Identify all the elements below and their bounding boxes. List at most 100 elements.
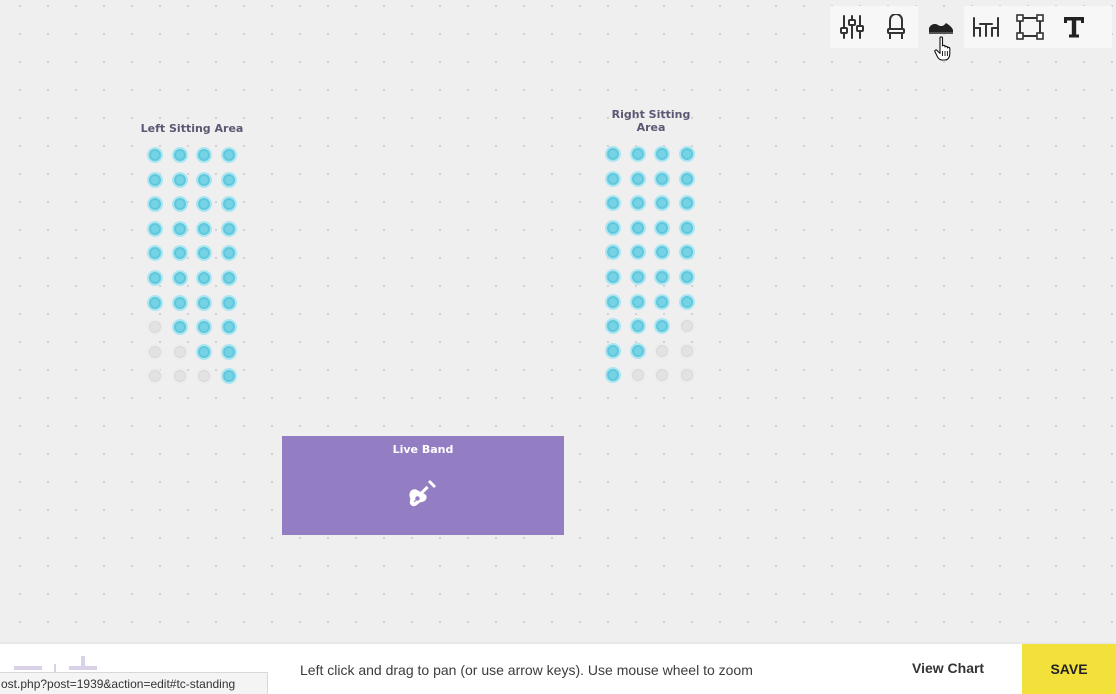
seat-available[interactable] xyxy=(196,319,212,336)
seat-available[interactable] xyxy=(220,147,237,163)
seat-available[interactable] xyxy=(654,219,670,236)
seat-available[interactable] xyxy=(629,195,646,212)
seat-available[interactable] xyxy=(171,220,188,237)
seat-available[interactable] xyxy=(220,171,237,188)
seat-available[interactable] xyxy=(654,244,670,261)
rectangle-select-icon xyxy=(1016,14,1044,40)
toolbar-group-right xyxy=(964,6,1112,48)
table-icon xyxy=(973,17,999,37)
seat-available[interactable] xyxy=(171,319,188,336)
toolbar xyxy=(830,6,1112,48)
seat-available[interactable] xyxy=(605,219,621,236)
seat-available[interactable] xyxy=(196,270,212,286)
seat-available[interactable] xyxy=(654,170,670,187)
seat-available[interactable] xyxy=(629,342,646,359)
seat-available[interactable] xyxy=(605,244,621,261)
seat-available[interactable] xyxy=(171,196,188,213)
seat-available[interactable] xyxy=(654,195,670,212)
seat-available[interactable] xyxy=(196,171,212,188)
seat-available[interactable] xyxy=(147,294,163,311)
seat-available[interactable] xyxy=(629,170,646,187)
seat-available[interactable] xyxy=(605,342,621,359)
seat-available[interactable] xyxy=(196,147,212,163)
seat-available[interactable] xyxy=(196,343,212,360)
seat-unavailable[interactable] xyxy=(147,368,163,385)
seat-available[interactable] xyxy=(678,170,695,187)
text-tool-button[interactable] xyxy=(1052,6,1096,48)
seat-available[interactable] xyxy=(171,294,188,311)
seat-unavailable[interactable] xyxy=(171,343,188,360)
seat-available[interactable] xyxy=(678,293,695,310)
seat-available[interactable] xyxy=(196,245,212,262)
seat-available[interactable] xyxy=(147,270,163,286)
settings-tool-button[interactable] xyxy=(830,6,874,48)
seat-unavailable[interactable] xyxy=(654,367,670,384)
seat-unavailable[interactable] xyxy=(147,319,163,336)
standing-tool-button[interactable] xyxy=(918,6,964,48)
shape-tool-button[interactable] xyxy=(1008,6,1052,48)
seat-available[interactable] xyxy=(220,368,237,385)
seat-tool-button[interactable] xyxy=(874,6,918,48)
toolbar-group-left xyxy=(830,6,918,48)
seat-available[interactable] xyxy=(605,170,621,187)
seat-available[interactable] xyxy=(678,195,695,212)
seat-available[interactable] xyxy=(220,245,237,262)
seat-available[interactable] xyxy=(147,245,163,262)
seat-available[interactable] xyxy=(605,367,621,384)
seat-available[interactable] xyxy=(196,294,212,311)
seat-available[interactable] xyxy=(171,245,188,262)
stage-title: Live Band xyxy=(392,443,454,456)
seat-available[interactable] xyxy=(678,244,695,261)
seating-area-right[interactable]: Right Sitting Area xyxy=(605,107,701,387)
seat-available[interactable] xyxy=(196,220,212,237)
seat-available[interactable] xyxy=(220,294,237,311)
seat-available[interactable] xyxy=(678,269,695,285)
seat-unavailable[interactable] xyxy=(171,368,188,385)
seat-unavailable[interactable] xyxy=(654,342,670,359)
chair-icon xyxy=(887,14,905,39)
seating-canvas[interactable]: Left Sitting Area Right Sitting Area Liv… xyxy=(0,0,1116,644)
seat-available[interactable] xyxy=(605,293,621,310)
seat-available[interactable] xyxy=(629,146,646,162)
seat-available[interactable] xyxy=(220,220,237,237)
seat-available[interactable] xyxy=(654,269,670,285)
seat-available[interactable] xyxy=(147,196,163,213)
table-tool-button[interactable] xyxy=(964,6,1008,48)
seat-available[interactable] xyxy=(605,318,621,335)
seat-available[interactable] xyxy=(220,270,237,286)
seat-available[interactable] xyxy=(678,146,695,162)
seat-available[interactable] xyxy=(605,269,621,285)
seat-available[interactable] xyxy=(147,171,163,188)
seat-available[interactable] xyxy=(171,270,188,286)
seat-available[interactable] xyxy=(220,319,237,336)
guitar-icon xyxy=(409,480,436,507)
seat-available[interactable] xyxy=(654,146,670,162)
seat-unavailable[interactable] xyxy=(196,368,212,385)
seat-available[interactable] xyxy=(629,318,646,335)
seat-available[interactable] xyxy=(605,195,621,212)
seat-unavailable[interactable] xyxy=(147,343,163,360)
seat-available[interactable] xyxy=(654,293,670,310)
live-band-stage[interactable]: Live Band xyxy=(282,436,564,535)
seat-available[interactable] xyxy=(147,147,163,163)
seat-available[interactable] xyxy=(171,147,188,163)
seat-available[interactable] xyxy=(220,343,237,360)
seat-unavailable[interactable] xyxy=(678,318,695,335)
save-button[interactable]: SAVE xyxy=(1022,644,1116,694)
seating-area-left[interactable]: Left Sitting Area xyxy=(141,121,243,391)
seat-available[interactable] xyxy=(605,146,621,162)
seat-available[interactable] xyxy=(147,220,163,237)
seat-available[interactable] xyxy=(678,219,695,236)
seat-unavailable[interactable] xyxy=(629,367,646,384)
seat-available[interactable] xyxy=(171,171,188,188)
seat-unavailable[interactable] xyxy=(678,342,695,359)
seat-available[interactable] xyxy=(629,244,646,261)
seat-available[interactable] xyxy=(220,196,237,213)
view-chart-button[interactable]: View Chart xyxy=(912,660,984,676)
seat-unavailable[interactable] xyxy=(678,367,695,384)
seat-available[interactable] xyxy=(196,196,212,213)
seat-available[interactable] xyxy=(629,269,646,285)
seat-available[interactable] xyxy=(654,318,670,335)
seat-available[interactable] xyxy=(629,293,646,310)
seat-available[interactable] xyxy=(629,219,646,236)
